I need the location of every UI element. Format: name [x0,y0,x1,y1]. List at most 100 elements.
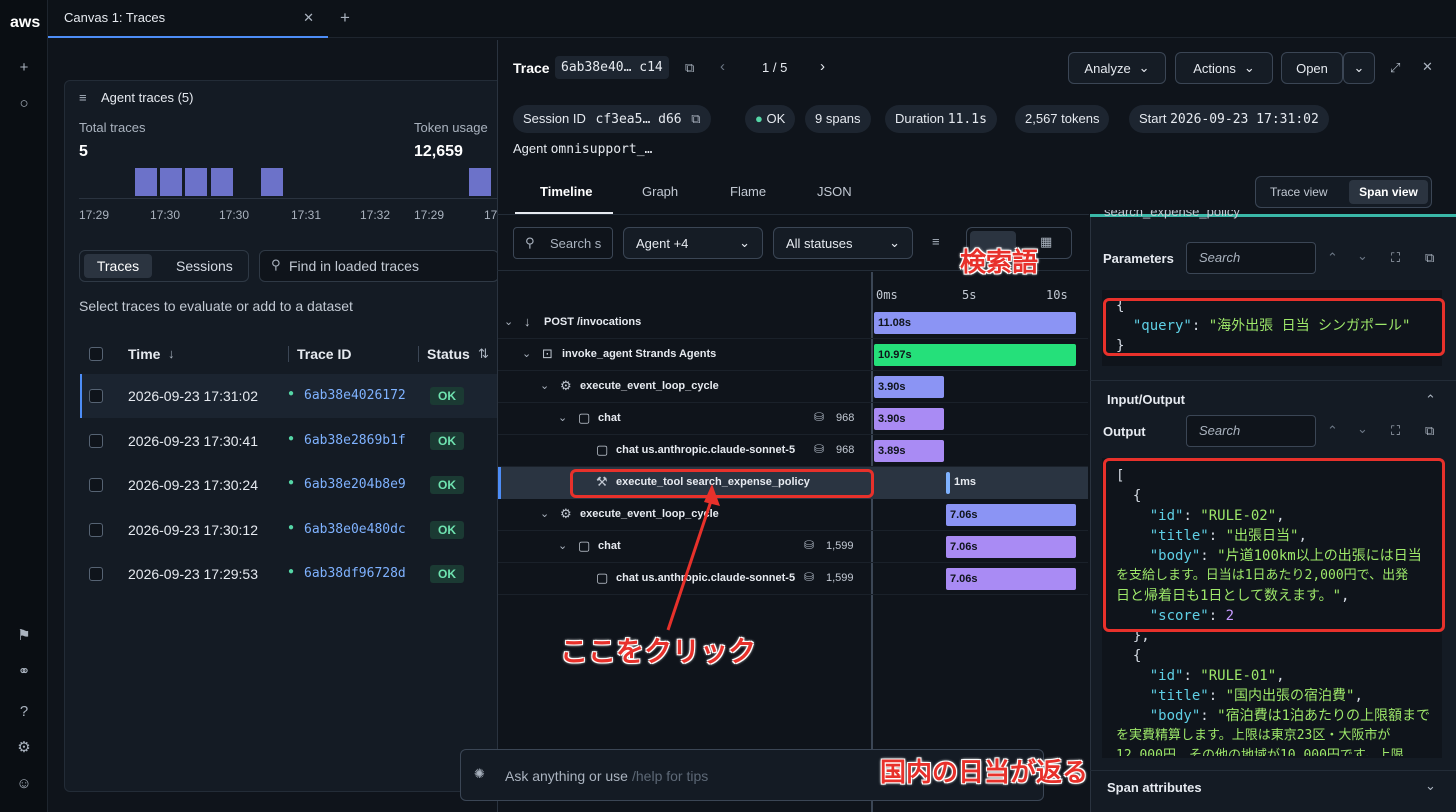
actions-button[interactable]: Actions ⌄ [1175,52,1273,84]
col-status[interactable]: Status [418,346,470,362]
collapse-icon[interactable]: ⌃ [1425,392,1436,408]
user-icon[interactable]: ☺ [14,774,34,794]
copy-icon[interactable]: ⧉ [1425,423,1434,439]
chevron-up-icon[interactable]: ⌃ [1327,423,1338,439]
row-checkbox[interactable] [89,478,103,492]
tab-traces[interactable]: Traces [84,254,152,278]
planet-icon[interactable]: ⚭ [14,662,34,682]
chevron-down-icon[interactable]: ⌄ [504,315,513,328]
fullscreen-icon[interactable]: ⛶ [1391,250,1400,266]
sort-down-icon[interactable]: ↓ [168,346,175,361]
axis-line [79,198,499,199]
trace-id[interactable]: 6ab38e40… c14 [555,56,669,79]
row-trace-id[interactable]: 6ab38e204b8e9 [304,477,414,492]
tick-label: 17:32 [360,208,391,222]
tab-timeline[interactable]: Timeline [540,184,593,199]
col-time[interactable]: Time [128,346,160,362]
span-bar[interactable]: 3.90s [874,376,944,398]
span-bar[interactable]: 7.06s [946,536,1076,558]
copy-icon[interactable]: ⧉ [691,111,700,126]
close-icon[interactable]: ✕ [303,0,314,36]
annotation-box-params [1103,298,1445,356]
copy-icon[interactable]: ⧉ [1425,250,1434,266]
tokens-icon: ⛁ [804,538,815,552]
chevron-down-icon: ⌄ [1138,60,1150,75]
add-tab-icon[interactable]: + [340,8,350,28]
annotation-box-output [1103,458,1445,632]
open-menu-button[interactable]: ⌄ [1343,52,1375,84]
io-label[interactable]: Input/Output [1107,392,1185,407]
span-name: POST /invocations [544,316,642,328]
help-icon[interactable]: ? [14,702,34,722]
prev-icon[interactable]: ‹ [720,58,725,75]
plus-icon[interactable]: + [14,58,34,78]
session-id[interactable]: cf3ea5… d66 [596,112,682,127]
row-time: 2026-09-23 17:30:41 [128,432,258,449]
span-attributes-label[interactable]: Span attributes [1107,780,1202,795]
chevron-down-icon[interactable]: ⌄ [522,347,531,360]
chevron-down-icon[interactable]: ⌄ [1357,421,1368,437]
json-value: 12,000円、その他の地域が10,000円です。上限 [1116,748,1404,756]
histogram-bar [185,168,207,196]
status-filter[interactable]: All statuses ⌄ [773,227,913,259]
output-search[interactable]: Search [1186,415,1316,447]
row-trace-id[interactable]: 6ab38e0e480dc [304,522,414,537]
row-trace-id[interactable]: 6ab38e2869b1f [304,433,414,448]
span-bar[interactable] [946,472,950,494]
tab-canvas-1[interactable]: Canvas 1: Traces ✕ [48,0,328,38]
sort-icon[interactable]: ⇅ [478,346,489,362]
span-bar[interactable]: 7.06s [946,568,1076,590]
fullscreen-icon[interactable]: ⛶ [1391,423,1400,439]
chevron-down-icon[interactable]: ⌄ [1425,778,1436,794]
panel-title: Agent traces (5) [101,90,194,105]
tab-flame[interactable]: Flame [730,184,766,199]
row-trace-id[interactable]: 6ab38df96728d [304,566,414,581]
chat-icon: ▢ [596,442,609,457]
chevron-down-icon[interactable]: ⌄ [540,507,549,520]
span-tokens: 968 [836,444,855,456]
status-badge: ● OK [745,105,796,133]
span-tokens: 1,599 [826,572,854,584]
chevron-down-icon[interactable]: ⌄ [540,379,549,392]
expand-icon[interactable]: ⤢ [1390,60,1400,76]
analyze-button[interactable]: Analyze ⌄ [1068,52,1166,84]
agent-filter[interactable]: Agent +4 ⌄ [623,227,763,259]
chevron-down-icon: ⌄ [1353,60,1365,75]
gear-icon[interactable]: ⚙ [14,738,34,758]
col-trace-id[interactable]: Trace ID [288,346,351,362]
tab-json[interactable]: JSON [817,184,852,199]
row-trace-id[interactable]: 6ab38e4026172 [304,388,414,403]
row-checkbox[interactable] [89,522,103,537]
chevron-down-icon: ⌄ [889,235,900,250]
span-bar[interactable]: 3.89s [874,440,944,462]
flag-icon[interactable]: ⚑ [14,626,34,646]
copy-icon[interactable]: ⧉ [685,60,694,76]
chevron-down-icon[interactable]: ⌄ [558,411,567,424]
trace-view-button[interactable]: Trace view [1270,185,1328,199]
span-tokens: 1,599 [826,540,854,552]
row-checkbox[interactable] [89,389,103,403]
aws-logo[interactable]: aws [10,14,40,32]
grid-view-icon[interactable]: ▦ [1040,234,1052,250]
chevron-down-icon[interactable]: ⌄ [1357,248,1368,264]
span-bar[interactable]: 10.97s [874,344,1076,366]
select-all-checkbox[interactable] [89,347,103,361]
collapse-all-icon[interactable]: ≡ [932,234,940,249]
tab-sessions[interactable]: Sessions [176,258,233,274]
span-duration: 3.90s [878,413,906,425]
chevron-up-icon[interactable]: ⌃ [1327,250,1338,266]
tab-graph[interactable]: Graph [642,184,678,199]
next-icon[interactable]: › [820,58,825,75]
span-bar[interactable]: 3.90s [874,408,944,430]
left-rail: aws + ○ ⚑ ⚭ ? ⚙ ☺ [0,0,48,812]
row-checkbox[interactable] [89,567,103,581]
span-view-button[interactable]: Span view [1349,180,1428,204]
row-checkbox[interactable] [89,433,103,448]
close-icon[interactable]: ✕ [1422,59,1433,75]
parameters-search[interactable]: Search [1186,242,1316,274]
open-button[interactable]: Open [1281,52,1343,84]
span-bar[interactable]: 11.08s [874,312,1076,334]
chat-icon[interactable]: ○ [14,94,34,114]
span-bar[interactable]: 7.06s [946,504,1076,526]
chevron-down-icon[interactable]: ⌄ [558,539,567,552]
